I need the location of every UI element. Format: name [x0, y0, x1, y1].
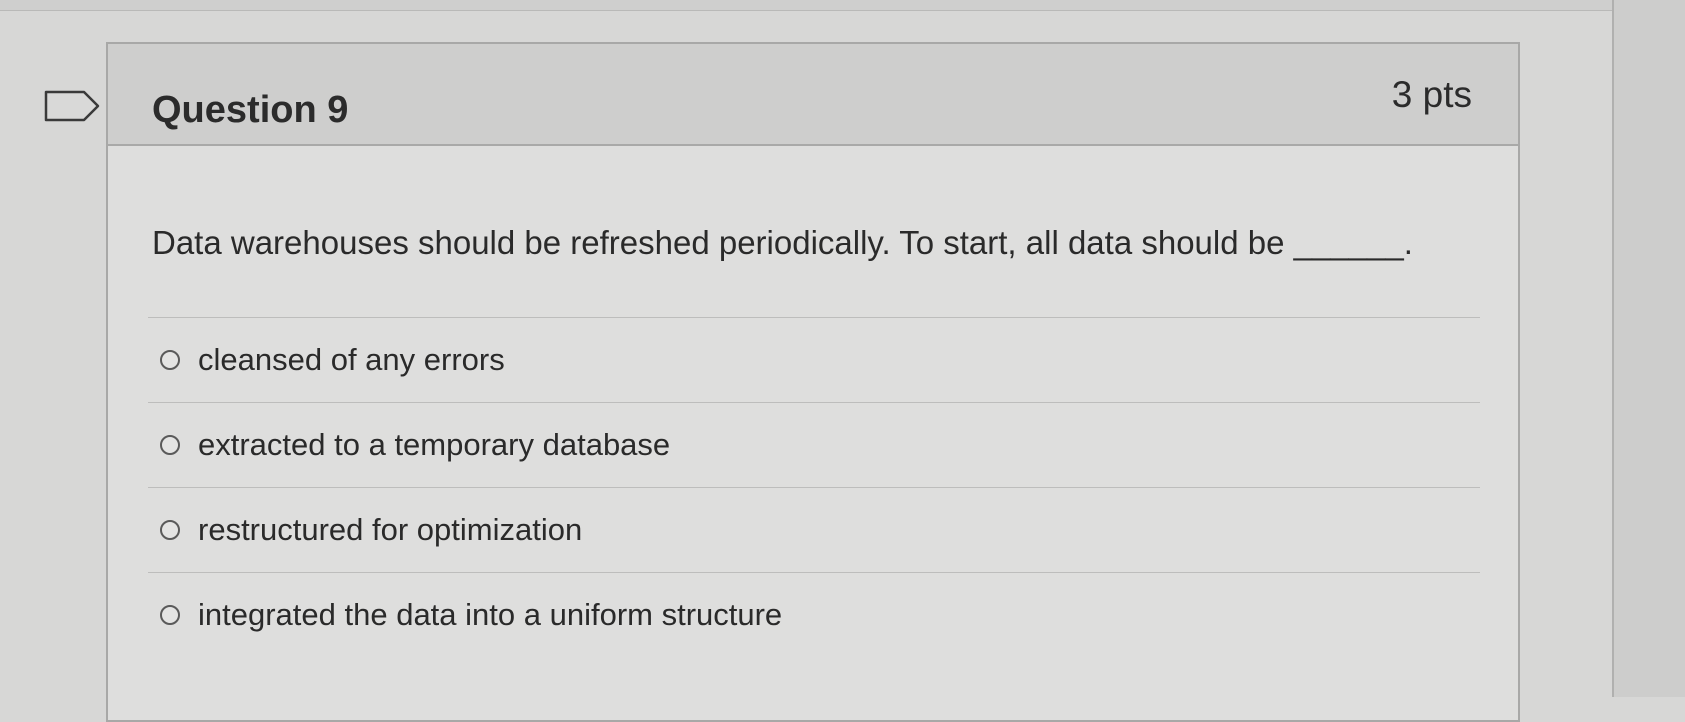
answer-label: cleansed of any errors [198, 342, 505, 377]
answer-option[interactable]: restructured for optimization [148, 487, 1480, 572]
question-points: 3 pts [1391, 74, 1472, 115]
radio-button[interactable] [160, 605, 180, 625]
question-header: Question 9 3 pts [108, 44, 1518, 146]
answer-list: cleansed of any errors extracted to a te… [148, 317, 1480, 657]
answer-label: extracted to a temporary database [198, 427, 671, 462]
radio-button[interactable] [160, 350, 180, 370]
question-text: Data warehouses should be refreshed peri… [152, 224, 1413, 261]
page-top-edge [0, 0, 1685, 11]
page-right-edge [1612, 0, 1685, 697]
answer-label: restructured for optimization [198, 512, 583, 547]
question-title: Question 9 [152, 89, 349, 131]
answer-label: integrated the data into a uniform struc… [198, 597, 783, 632]
answer-option[interactable]: cleansed of any errors [148, 317, 1480, 402]
question-card: Question 9 3 pts Data warehouses should … [106, 42, 1520, 722]
radio-button[interactable] [160, 520, 180, 540]
flag-question-icon[interactable] [44, 90, 102, 122]
radio-button[interactable] [160, 435, 180, 455]
answer-option[interactable]: integrated the data into a uniform struc… [148, 572, 1480, 657]
answer-option[interactable]: extracted to a temporary database [148, 402, 1480, 487]
